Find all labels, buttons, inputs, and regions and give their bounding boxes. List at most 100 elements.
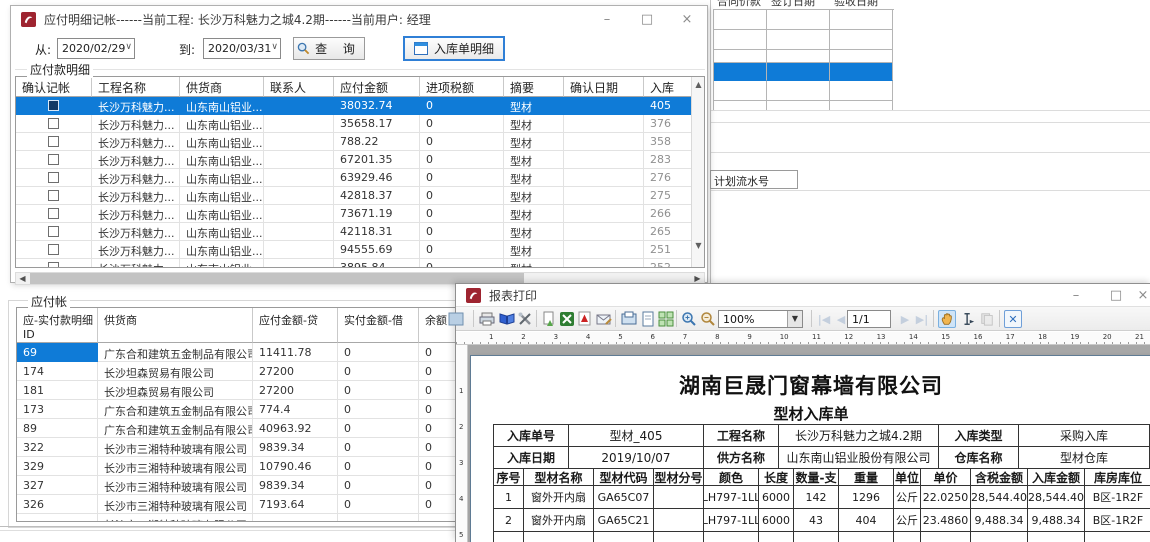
cell-project[interactable]: 长沙万科魅力... xyxy=(92,169,180,187)
column-header[interactable]: 联系人 xyxy=(264,77,334,97)
cell-project[interactable]: 长沙万科魅力... xyxy=(92,133,180,151)
table-row[interactable]: 长沙万科魅力... 山东南山铝业... 42118.31 0 型材 265 xyxy=(16,223,704,241)
cell-summary[interactable]: 型材 xyxy=(504,151,564,169)
cell-supplier[interactable]: 山东南山铝业... xyxy=(180,241,264,259)
cell-supplier[interactable]: 山东南山铝业... xyxy=(180,97,264,115)
table-row[interactable]: 长沙万科魅力... 山东南山铝业... 35658.17 0 型材 376 xyxy=(16,115,704,133)
cell-inbound-no[interactable]: 358 xyxy=(644,133,693,151)
table-row[interactable]: 329 长沙市三湘特种玻璃有限公司 10790.46 0 0 xyxy=(17,457,455,476)
cell-credit[interactable]: 774.4 xyxy=(253,400,338,419)
cell-balance[interactable]: 0 xyxy=(419,419,456,438)
cell-tax[interactable]: 0 xyxy=(420,187,504,205)
cell-inbound-no[interactable]: 266 xyxy=(644,205,693,223)
cell-contact[interactable] xyxy=(264,151,334,169)
cell-supplier[interactable]: 山东南山铝业... xyxy=(180,205,264,223)
cell-inbound-no[interactable]: 251 xyxy=(644,241,693,259)
column-header[interactable]: 供货商 xyxy=(98,308,253,343)
confirm-checkbox[interactable] xyxy=(16,187,92,205)
cell-debit[interactable] xyxy=(338,514,419,522)
cell-project[interactable]: 长沙万科魅力... xyxy=(92,97,180,115)
cell-credit[interactable]: 27200 xyxy=(253,362,338,381)
multi-page-icon[interactable] xyxy=(657,310,675,328)
inbound-detail-button[interactable]: 入库单明细 xyxy=(403,36,505,61)
cell-supplier[interactable]: 广东合和建筑五金制品有限公司 xyxy=(98,343,253,362)
cell-inbound-no[interactable]: 265 xyxy=(644,223,693,241)
cell-amount[interactable]: 35658.17 xyxy=(334,115,420,133)
zoom-out-icon[interactable] xyxy=(699,310,717,328)
column-header[interactable]: 应付金额 xyxy=(334,77,420,97)
cell-id[interactable]: 174 xyxy=(17,362,98,381)
confirm-checkbox[interactable] xyxy=(16,97,92,115)
hand-tool-icon[interactable] xyxy=(938,310,956,328)
to-date-select[interactable]: 2020/03/31 ∨ xyxy=(203,38,281,59)
cell-amount[interactable]: 94555.69 xyxy=(334,241,420,259)
clipped-tool-icon[interactable] xyxy=(447,310,465,328)
pdf-export-icon[interactable] xyxy=(576,310,594,328)
cell-id[interactable] xyxy=(17,514,98,522)
cell-summary[interactable]: 型材 xyxy=(504,259,564,268)
table-row[interactable]: 长沙万科魅力... 山东南山铝业... 67201.35 0 型材 283 xyxy=(16,151,704,169)
cell-amount[interactable]: 63929.46 xyxy=(334,169,420,187)
table-row[interactable]: 长沙万科魅力... 山东南山铝业... 94555.69 0 型材 251 xyxy=(16,241,704,259)
cell-supplier[interactable]: 山东南山铝业... xyxy=(180,259,264,268)
print-icon[interactable] xyxy=(478,310,496,328)
cell-debit[interactable]: 0 xyxy=(338,457,419,476)
zoom-select[interactable]: 100% ▼ xyxy=(718,310,803,328)
cell-id[interactable]: 89 xyxy=(17,419,98,438)
zoom-in-icon[interactable] xyxy=(680,310,698,328)
title-bar[interactable]: 应付明细记帐------当前工程: 长沙万科魅力之城4.2期------当前用户… xyxy=(11,6,707,32)
cell-supplier[interactable]: 广东合和建筑五金制品有限公司 xyxy=(98,419,253,438)
cell-supplier[interactable]: 长沙市三湘特种玻璃有限公司 xyxy=(98,438,253,457)
settings-tools-icon[interactable] xyxy=(516,310,534,328)
cell-tax[interactable]: 0 xyxy=(420,169,504,187)
copy-page-icon[interactable] xyxy=(978,310,996,328)
cell-credit[interactable]: 9839.34 xyxy=(253,438,338,457)
cell-summary[interactable]: 型材 xyxy=(504,223,564,241)
cell-tax[interactable]: 0 xyxy=(420,259,504,268)
cell-contact[interactable] xyxy=(264,133,334,151)
cell-supplier[interactable]: 长沙市三湘特种玻璃有限公司 xyxy=(98,457,253,476)
cell-project[interactable]: 长沙万科魅力... xyxy=(92,223,180,241)
table-row[interactable]: 181 长沙坦森贸易有限公司 27200 0 0 xyxy=(17,381,455,400)
scrollbar-thumb[interactable] xyxy=(30,273,524,284)
cell-project[interactable]: 长沙万科魅力... xyxy=(92,151,180,169)
table-row[interactable]: 长沙万科魅力... 山东南山铝业... 42818.37 0 型材 275 xyxy=(16,187,704,205)
cell-credit[interactable]: 27200 xyxy=(253,381,338,400)
excel-export-icon[interactable] xyxy=(558,310,576,328)
cell-project[interactable]: 长沙万科魅力... xyxy=(92,115,180,133)
cell-balance[interactable] xyxy=(419,514,456,522)
cell-supplier[interactable]: 山东南山铝业... xyxy=(180,187,264,205)
cell-confirm-date[interactable] xyxy=(564,115,644,133)
cell-credit[interactable]: 11411.78 xyxy=(253,343,338,362)
confirm-checkbox[interactable] xyxy=(16,151,92,169)
cell-summary[interactable]: 型材 xyxy=(504,205,564,223)
cell-id[interactable]: 327 xyxy=(17,476,98,495)
cell-tax[interactable]: 0 xyxy=(420,241,504,259)
cell-confirm-date[interactable] xyxy=(564,205,644,223)
cell-tax[interactable]: 0 xyxy=(420,133,504,151)
table-row[interactable]: 173 广东合和建筑五金制品有限公司 774.4 0 0 xyxy=(17,400,455,419)
cell-credit[interactable]: 7193.64 xyxy=(253,495,338,514)
cell-supplier[interactable]: 山东南山铝业... xyxy=(180,133,264,151)
cell-confirm-date[interactable] xyxy=(564,169,644,187)
column-header[interactable]: 应付金额-贷 xyxy=(253,308,338,343)
cell-supplier[interactable]: 山东南山铝业... xyxy=(180,169,264,187)
table-row[interactable]: 长沙万科魅力... 山东南山铝业... 38032.74 0 型材 405 xyxy=(16,97,704,115)
table-row[interactable]: 327 长沙市三湘特种玻璃有限公司 9839.34 0 0 xyxy=(17,476,455,495)
column-header[interactable]: 进项税额 xyxy=(420,77,504,97)
close-preview-icon[interactable]: ✕ xyxy=(1004,310,1022,328)
selected-empty-row[interactable] xyxy=(714,63,894,81)
cell-summary[interactable]: 型材 xyxy=(504,241,564,259)
cell-contact[interactable] xyxy=(264,97,334,115)
cell-summary[interactable]: 型材 xyxy=(504,133,564,151)
page-number-input[interactable]: 1/1 xyxy=(847,310,891,328)
report-preview-area[interactable]: 12345 湖南巨晟门窗幕墙有限公司 型材入库单 入库单号 型材_405 工程名… xyxy=(456,345,1150,542)
last-page-icon[interactable]: ▶| xyxy=(913,310,931,328)
column-header[interactable]: 确认日期 xyxy=(564,77,644,97)
table-row[interactable]: 长沙万科魅力... 山东南山铝业... 63929.46 0 型材 276 xyxy=(16,169,704,187)
table-header-row[interactable]: 确认记帐 工程名称 供货商 联系人 应付金额 进项税额 摘要 确认日期 入库 xyxy=(16,77,704,97)
cell-balance[interactable]: 0 xyxy=(419,381,456,400)
cell-id[interactable]: 181 xyxy=(17,381,98,400)
first-page-icon[interactable]: |◀ xyxy=(815,310,833,328)
cell-supplier[interactable]: 山东南山铝业... xyxy=(180,151,264,169)
